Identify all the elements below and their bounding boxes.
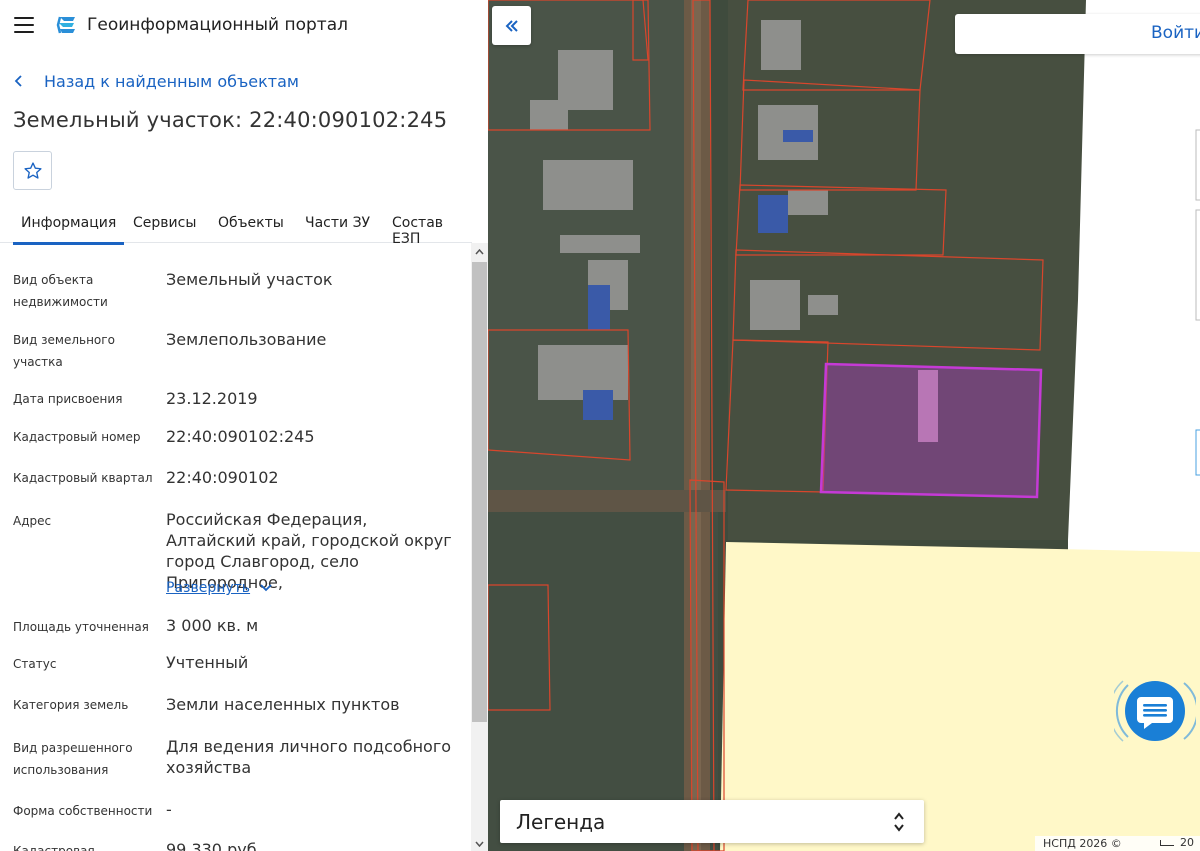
copyright-text: НСПД 2026 © — [1043, 837, 1122, 850]
scale-label: 20 — [1180, 836, 1194, 849]
prop-label-land-category: Категория земель — [13, 698, 129, 712]
login-button[interactable]: Войти — [1151, 23, 1200, 43]
tab-ezp-composition[interactable]: Состав ЕЗП — [392, 215, 472, 247]
prop-label-parcel-type: Вид земельного участка — [13, 333, 115, 369]
double-chevron-left-icon — [505, 19, 518, 32]
prop-value-parcel-type: Землепользование — [166, 330, 327, 349]
prop-label-cadastral-quarter: Кадастровый квартал — [13, 471, 153, 485]
back-link-label: Назад к найденным объектам — [44, 71, 299, 91]
prop-value-cadastral-value: 99 330 руб. — [166, 840, 262, 851]
expand-label: Развернуть — [166, 580, 251, 596]
collapse-panel-button[interactable] — [492, 6, 531, 45]
legend-toggle[interactable]: Легенда — [500, 800, 924, 843]
prop-label-ownership: Форма собственности — [13, 804, 153, 818]
tab-objects[interactable]: Объекты — [218, 215, 284, 231]
satellite-map — [488, 0, 1200, 851]
prop-value-cadastral-quarter: 22:40:090102 — [166, 468, 279, 487]
favorite-button[interactable] — [13, 151, 52, 190]
expand-collapse-icon — [894, 812, 904, 832]
prop-value-object-type: Земельный участок — [166, 270, 333, 289]
tab-services[interactable]: Сервисы — [133, 215, 196, 231]
prop-label-assign-date: Дата присвоения — [13, 392, 123, 406]
chevron-down-icon — [260, 584, 272, 592]
scroll-down-arrow[interactable] — [471, 835, 488, 851]
app-title: Геоинформационный портал — [87, 15, 348, 35]
object-title: Земельный участок: 22:40:090102:245 — [13, 108, 448, 132]
prop-label-status: Статус — [13, 657, 57, 671]
tab-parcel-parts[interactable]: Части ЗУ — [305, 215, 370, 231]
back-to-results-link[interactable]: Назад к найденным объектам — [14, 70, 299, 92]
prop-value-permitted-use: Для ведения личного подсобного хозяйства — [166, 737, 452, 777]
prop-label-cadastral-number: Кадастровый номер — [13, 430, 141, 444]
top-bar: Геоинформационный портал — [0, 0, 488, 52]
expand-address-link[interactable]: Развернуть — [166, 580, 272, 596]
prop-value-cadastral-number: 22:40:090102:245 — [166, 427, 315, 446]
portal-logo-icon — [56, 16, 75, 34]
chat-button[interactable] — [1108, 673, 1199, 749]
map-view[interactable] — [488, 0, 1200, 851]
tab-bar: Информация Сервисы Объекты Части ЗУ Сост… — [0, 205, 472, 247]
chevron-left-icon — [14, 75, 22, 87]
prop-label-object-type: Вид объекта недвижимости — [13, 273, 108, 309]
prop-label-address: Адрес — [13, 514, 52, 528]
tab-information[interactable]: Информация — [12, 215, 125, 245]
prop-value-status: Учтенный — [166, 653, 249, 672]
prop-value-area: 3 000 кв. м — [166, 616, 259, 635]
legend-label: Легенда — [516, 810, 606, 834]
hamburger-icon[interactable] — [14, 17, 34, 33]
prop-label-permitted-use: Вид разрешенного использования — [13, 741, 133, 777]
prop-label-area: Площадь уточненная — [13, 620, 149, 634]
scroll-up-arrow[interactable] — [471, 243, 488, 260]
prop-value-ownership: - — [166, 800, 172, 819]
prop-value-land-category: Земли населенных пунктов — [166, 695, 400, 714]
scrollbar-thumb[interactable] — [472, 262, 487, 722]
prop-label-cadastral-value: Кадастровая — [13, 844, 95, 851]
star-icon — [23, 161, 42, 179]
prop-value-assign-date: 23.12.2019 — [166, 389, 258, 408]
info-panel: Геоинформационный портал Назад к найденн… — [0, 0, 488, 851]
selected-parcel[interactable] — [819, 362, 1043, 499]
map-scale: 20 — [1160, 836, 1194, 849]
chat-bubble-icon — [1108, 680, 1199, 742]
